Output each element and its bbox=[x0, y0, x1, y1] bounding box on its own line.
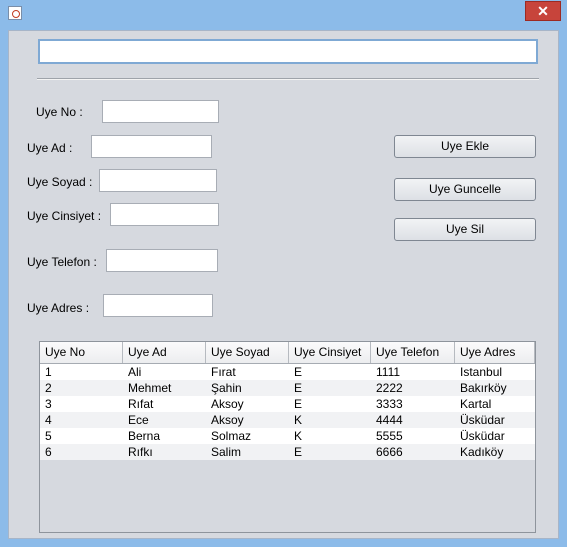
table-cell: Kartal bbox=[460, 397, 492, 411]
content-panel: Uye No : Uye Ad : Uye Soyad : Uye Cinsiy… bbox=[8, 30, 559, 539]
table-cell: 3333 bbox=[376, 397, 403, 411]
uye-cinsiyet-label: Uye Cinsiyet : bbox=[27, 209, 102, 223]
table-cell: Rıfat bbox=[128, 397, 154, 411]
top-text-field[interactable] bbox=[38, 39, 538, 64]
uye-telefon-label: Uye Telefon : bbox=[27, 255, 97, 269]
table-header: Uye No Uye Ad Uye Soyad Uye Cinsiyet Uye… bbox=[40, 342, 535, 364]
uye-adres-label: Uye Adres : bbox=[27, 301, 90, 315]
table-row[interactable]: 3 Rıfat Aksoy E 3333 Kartal bbox=[40, 396, 535, 412]
table-row[interactable]: 6 Rıfkı Salim E 6666 Kadıköy bbox=[40, 444, 535, 460]
application-window: ✕ Uye No : Uye Ad : Uye Soyad : Uye Cins… bbox=[0, 0, 567, 547]
uye-sil-button[interactable]: Uye Sil bbox=[394, 218, 536, 241]
table-cell: Istanbul bbox=[460, 365, 503, 379]
uye-telefon-field[interactable] bbox=[106, 249, 218, 272]
uye-ad-field[interactable] bbox=[91, 135, 212, 158]
table-cell: Aksoy bbox=[211, 413, 244, 427]
table-row[interactable]: 5 Berna Solmaz K 5555 Üsküdar bbox=[40, 428, 535, 444]
column-header-uye-cinsiyet[interactable]: Uye Cinsiyet bbox=[289, 342, 371, 363]
table-row[interactable]: 4 Ece Aksoy K 4444 Üsküdar bbox=[40, 412, 535, 428]
table-cell: 3 bbox=[45, 397, 52, 411]
uye-adres-field[interactable] bbox=[103, 294, 213, 317]
table-cell: E bbox=[294, 445, 303, 459]
table-cell: Ali bbox=[128, 365, 142, 379]
table-cell: Ece bbox=[128, 413, 149, 427]
table-cell: 1 bbox=[45, 365, 52, 379]
column-header-uye-ad[interactable]: Uye Ad bbox=[123, 342, 206, 363]
table-cell: 1111 bbox=[376, 365, 401, 379]
table-cell: Şahin bbox=[211, 381, 242, 395]
table-body: 1 Ali Fırat E 1111 Istanbul 2 Mehmet Şah… bbox=[40, 364, 535, 460]
uye-guncelle-button[interactable]: Uye Guncelle bbox=[394, 178, 536, 201]
uye-ad-label: Uye Ad : bbox=[27, 141, 73, 155]
table-cell: Berna bbox=[128, 429, 161, 443]
column-header-uye-adres[interactable]: Uye Adres bbox=[455, 342, 535, 363]
table-cell: Üsküdar bbox=[460, 429, 505, 443]
uye-no-field[interactable] bbox=[102, 100, 219, 123]
table-cell: 5555 bbox=[376, 429, 403, 443]
table-cell: E bbox=[294, 365, 303, 379]
uye-soyad-field[interactable] bbox=[99, 169, 217, 192]
table-cell: 5 bbox=[45, 429, 52, 443]
column-header-uye-telefon[interactable]: Uye Telefon bbox=[371, 342, 455, 363]
title-bar: ✕ bbox=[0, 0, 567, 26]
table-cell: Üsküdar bbox=[460, 413, 505, 427]
table-cell: 2222 bbox=[376, 381, 403, 395]
separator bbox=[37, 78, 539, 80]
table-cell: 2 bbox=[45, 381, 52, 395]
table-cell: Bakırköy bbox=[460, 381, 507, 395]
table-cell: 6666 bbox=[376, 445, 403, 459]
table-cell: 6 bbox=[45, 445, 52, 459]
table-cell: K bbox=[294, 429, 303, 443]
uye-no-label: Uye No : bbox=[36, 105, 83, 119]
members-table[interactable]: Uye No Uye Ad Uye Soyad Uye Cinsiyet Uye… bbox=[39, 341, 536, 533]
uye-soyad-label: Uye Soyad : bbox=[27, 175, 93, 189]
table-cell: Rıfkı bbox=[128, 445, 153, 459]
table-cell: Solmaz bbox=[211, 429, 252, 443]
table-cell: E bbox=[294, 381, 303, 395]
column-header-uye-no[interactable]: Uye No bbox=[40, 342, 123, 363]
table-row[interactable]: 1 Ali Fırat E 1111 Istanbul bbox=[40, 364, 535, 380]
table-row[interactable]: 2 Mehmet Şahin E 2222 Bakırköy bbox=[40, 380, 535, 396]
java-app-icon bbox=[8, 6, 22, 20]
table-cell: Aksoy bbox=[211, 397, 244, 411]
table-cell: 4444 bbox=[376, 413, 403, 427]
close-button[interactable]: ✕ bbox=[525, 1, 561, 21]
uye-cinsiyet-field[interactable] bbox=[110, 203, 219, 226]
table-cell: Mehmet bbox=[128, 381, 172, 395]
table-cell: Salim bbox=[211, 445, 242, 459]
table-cell: Kadıköy bbox=[460, 445, 504, 459]
column-header-uye-soyad[interactable]: Uye Soyad bbox=[206, 342, 289, 363]
table-cell: K bbox=[294, 413, 303, 427]
table-cell: E bbox=[294, 397, 303, 411]
table-cell: Fırat bbox=[211, 365, 236, 379]
uye-ekle-button[interactable]: Uye Ekle bbox=[394, 135, 536, 158]
table-cell: 4 bbox=[45, 413, 52, 427]
